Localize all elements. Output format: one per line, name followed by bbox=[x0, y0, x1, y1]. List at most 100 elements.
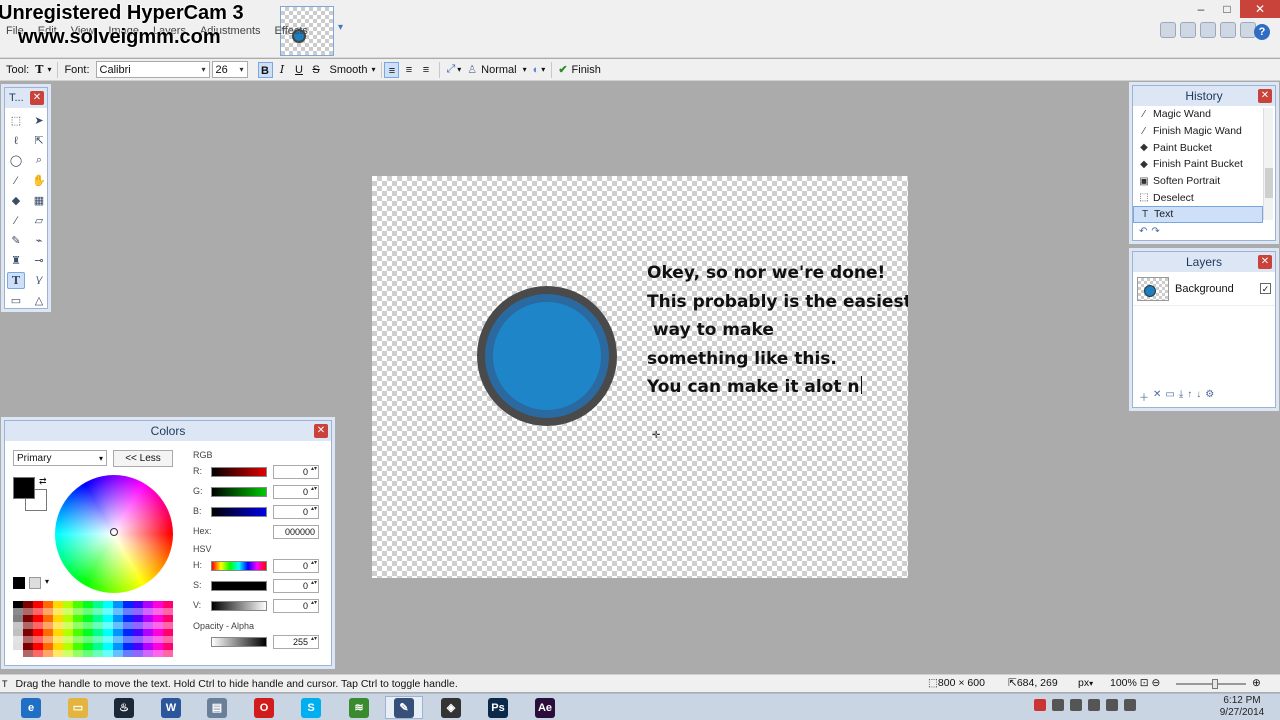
move-selected-icon[interactable]: ⇱ bbox=[30, 132, 48, 149]
palette-swatch[interactable] bbox=[13, 601, 23, 608]
palette-swatch[interactable] bbox=[133, 615, 143, 622]
paint-bucket-icon[interactable]: ◆ bbox=[7, 192, 25, 209]
palette-swatch[interactable] bbox=[53, 629, 63, 636]
zoom-readout[interactable]: 100% ⊡ ⊖ bbox=[1110, 677, 1160, 689]
palette-swatch[interactable] bbox=[163, 608, 173, 615]
zoom-slider-handle[interactable] bbox=[1212, 679, 1218, 689]
palette-swatch[interactable] bbox=[93, 615, 103, 622]
freeform-shape-icon[interactable]: △ bbox=[30, 292, 48, 309]
palette-swatch[interactable] bbox=[153, 629, 163, 636]
canvas-text-block[interactable]: Okey, so nor we're done! This probably is… bbox=[647, 259, 908, 402]
palette-swatch[interactable] bbox=[13, 643, 23, 650]
duplicate-layer-icon[interactable]: ▭ bbox=[1165, 389, 1174, 404]
palette-swatch[interactable] bbox=[63, 601, 73, 608]
palette-swatch[interactable] bbox=[63, 629, 73, 636]
palette-swatch[interactable] bbox=[103, 601, 113, 608]
palette-swatch[interactable] bbox=[133, 608, 143, 615]
palette-swatch[interactable] bbox=[103, 650, 113, 657]
palette-swatch[interactable] bbox=[83, 650, 93, 657]
palette-swatch[interactable] bbox=[73, 643, 83, 650]
palette-swatch[interactable] bbox=[43, 650, 53, 657]
history-window-title-bar[interactable]: History ✕ bbox=[1133, 86, 1275, 106]
italic-button[interactable]: I bbox=[275, 62, 290, 78]
line-curve-icon[interactable]: \∕ bbox=[30, 272, 48, 289]
antialias-select[interactable]: Smooth ▾ bbox=[330, 64, 376, 76]
palette-swatch[interactable] bbox=[93, 636, 103, 643]
value-slider[interactable] bbox=[211, 601, 267, 611]
red-slider[interactable] bbox=[211, 467, 267, 477]
palette-swatch[interactable] bbox=[43, 601, 53, 608]
palette-swatch[interactable] bbox=[153, 608, 163, 615]
network-icon[interactable] bbox=[1088, 699, 1100, 711]
history-item[interactable]: ▣ Soften Portrait bbox=[1133, 173, 1263, 190]
recolor-icon[interactable]: ⊸ bbox=[30, 252, 48, 269]
palette-swatch[interactable] bbox=[83, 608, 93, 615]
palette-swatch[interactable] bbox=[33, 608, 43, 615]
palette-swatch[interactable] bbox=[123, 650, 133, 657]
close-icon[interactable]: ✕ bbox=[314, 424, 328, 438]
palette-swatch[interactable] bbox=[63, 643, 73, 650]
palette-swatch[interactable] bbox=[113, 650, 123, 657]
hue-slider[interactable] bbox=[211, 561, 267, 571]
history-toggle-icon[interactable] bbox=[1180, 22, 1196, 38]
palette-swatch[interactable] bbox=[83, 622, 93, 629]
palette-swatch[interactable] bbox=[33, 643, 43, 650]
close-icon[interactable]: ✕ bbox=[1258, 255, 1272, 269]
palette-swatch[interactable] bbox=[123, 636, 133, 643]
palette-swatch[interactable] bbox=[93, 643, 103, 650]
move-selection-icon[interactable]: ➤ bbox=[30, 112, 48, 129]
palette-swatch[interactable] bbox=[43, 622, 53, 629]
close-button[interactable]: ✕ bbox=[1240, 0, 1280, 18]
palette-swatch[interactable] bbox=[103, 615, 113, 622]
gradient-icon[interactable]: ▦ bbox=[30, 192, 48, 209]
palette-swatch[interactable] bbox=[103, 629, 113, 636]
alpha-blending-icon[interactable]: ◐ bbox=[533, 64, 540, 76]
help-button[interactable]: ? bbox=[1254, 24, 1270, 40]
primary-color-swatch[interactable] bbox=[13, 477, 35, 499]
strikethrough-button[interactable]: S bbox=[309, 62, 324, 78]
palette-swatch[interactable] bbox=[63, 615, 73, 622]
palette-swatch[interactable] bbox=[53, 636, 63, 643]
delete-layer-icon[interactable]: ✕ bbox=[1153, 389, 1161, 404]
palette-swatch[interactable] bbox=[83, 615, 93, 622]
font-select[interactable]: Calibri ▾ bbox=[95, 61, 210, 78]
palette-swatch[interactable] bbox=[143, 643, 153, 650]
palette-swatch[interactable] bbox=[113, 608, 123, 615]
shapes-icon[interactable]: ▭ bbox=[7, 292, 25, 309]
rectangle-select-icon[interactable]: ⬚ bbox=[7, 112, 25, 129]
history-item[interactable]: ⬚ Deselect bbox=[1133, 189, 1263, 206]
palette-swatch[interactable] bbox=[23, 636, 33, 643]
history-item[interactable]: ◆ Finish Paint Bucket bbox=[1133, 156, 1263, 173]
palette-swatch[interactable] bbox=[73, 622, 83, 629]
palette-swatch[interactable] bbox=[53, 622, 63, 629]
paintbrush-icon[interactable]: ∕ bbox=[7, 212, 25, 229]
palette-swatch[interactable] bbox=[13, 629, 23, 636]
image-canvas[interactable]: Okey, so nor we're done! This probably is… bbox=[372, 176, 908, 578]
align-center-icon[interactable]: ≡ bbox=[401, 62, 416, 78]
palette-swatch[interactable] bbox=[113, 622, 123, 629]
palette-swatch[interactable] bbox=[43, 629, 53, 636]
minimize-button[interactable]: – bbox=[1188, 0, 1214, 18]
current-tool-icon[interactable]: T bbox=[35, 63, 43, 76]
zoom-icon[interactable]: ⌕ bbox=[30, 152, 48, 169]
ellipse-select-icon[interactable]: ◯ bbox=[7, 152, 25, 169]
palette-swatch[interactable] bbox=[103, 608, 113, 615]
merge-down-icon[interactable]: ⤓ bbox=[1179, 389, 1183, 404]
alpha-slider[interactable] bbox=[211, 637, 267, 647]
palette-swatch[interactable] bbox=[103, 643, 113, 650]
reset-colors-icon[interactable] bbox=[13, 577, 25, 589]
palette-swatch[interactable] bbox=[143, 608, 153, 615]
green-value-input[interactable]: 0 bbox=[273, 485, 319, 499]
palette-swatch[interactable] bbox=[83, 636, 93, 643]
layers-toggle-icon[interactable] bbox=[1200, 22, 1216, 38]
palette-swatch[interactable] bbox=[163, 615, 173, 622]
taskbar-app[interactable]: ◈ bbox=[432, 696, 470, 719]
colors-toggle-icon[interactable] bbox=[1220, 22, 1236, 38]
palette-swatch[interactable] bbox=[63, 650, 73, 657]
palette-swatch[interactable] bbox=[13, 615, 23, 622]
taskbar-app[interactable]: ♨ bbox=[105, 696, 143, 719]
palette-swatch[interactable] bbox=[143, 650, 153, 657]
palette-swatch[interactable] bbox=[23, 643, 33, 650]
palette-menu-icon[interactable] bbox=[29, 577, 41, 589]
zoom-fit-icon[interactable]: ⊡ bbox=[1140, 677, 1149, 689]
